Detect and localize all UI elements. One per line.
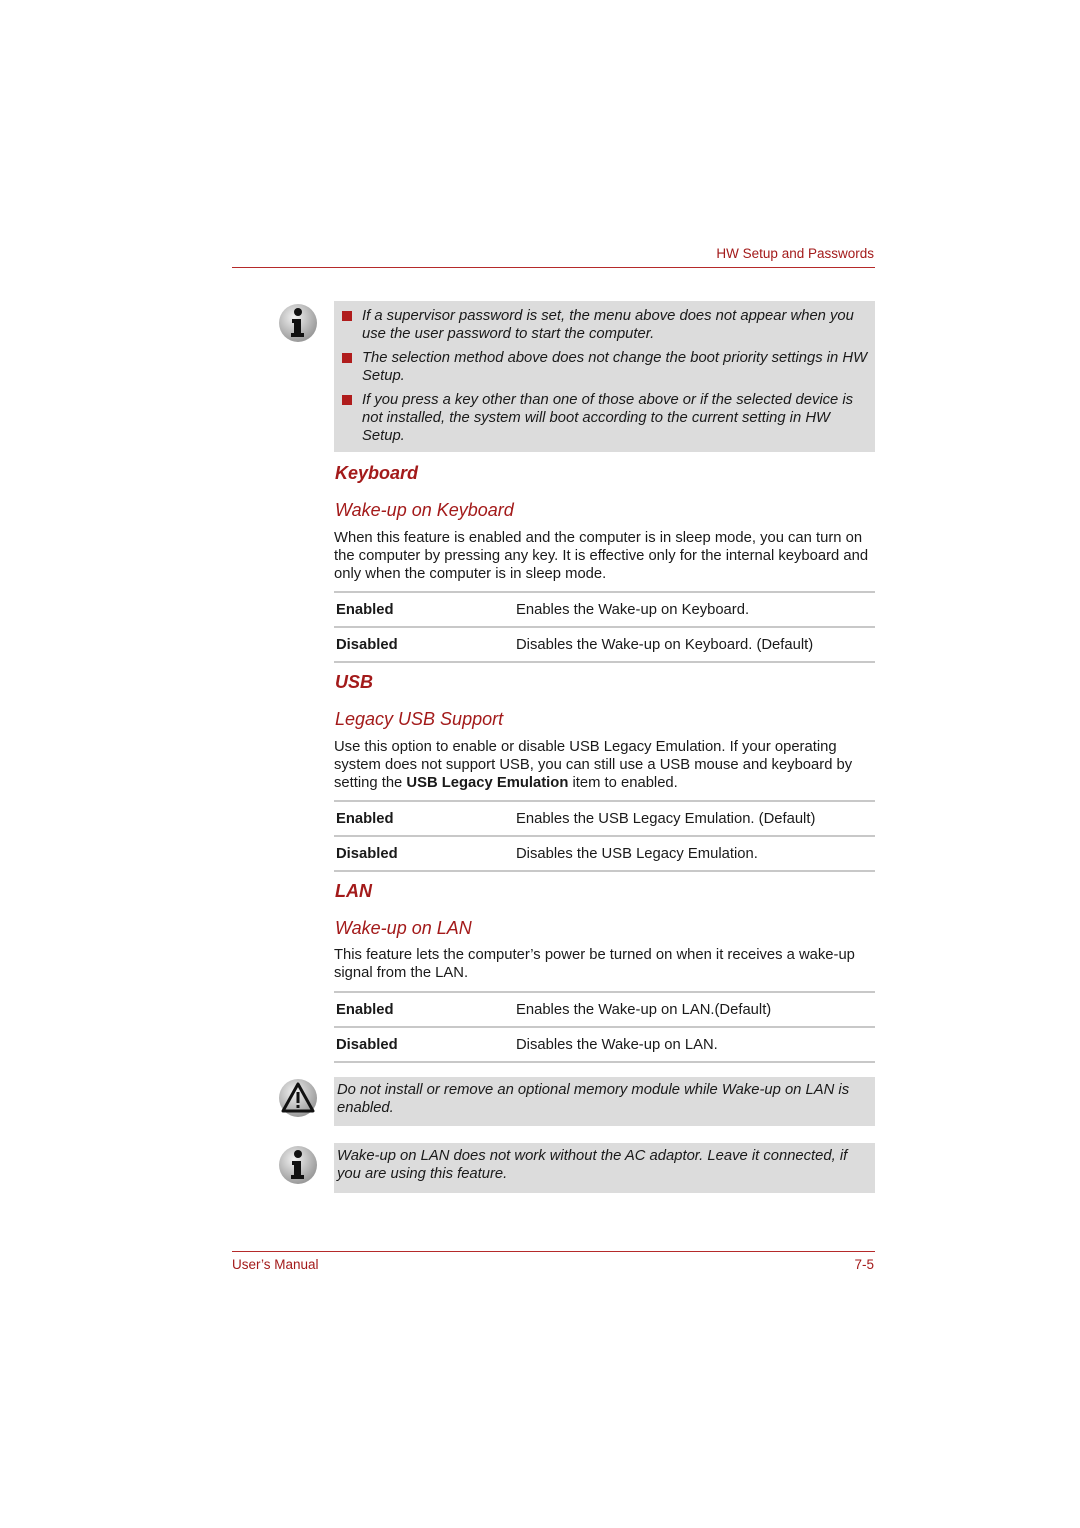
info-text: Wake-up on LAN does not work without the… — [337, 1148, 848, 1182]
option-value: Disables the USB Legacy Emulation. — [516, 845, 758, 862]
note-bullet: If you press a key other than one of tho… — [342, 391, 871, 445]
warning-note-box: Do not install or remove an optional mem… — [334, 1077, 875, 1126]
subheading-legacy-usb: Legacy USB Support — [335, 709, 504, 729]
option-value: Disables the Wake-up on Keyboard. (Defau… — [516, 636, 814, 653]
option-key: Enabled — [336, 1001, 394, 1018]
subheading-wakeup-lan: Wake-up on LAN — [335, 918, 472, 938]
option-key: Enabled — [336, 810, 394, 827]
note-bullet: If a supervisor password is set, the men… — [342, 307, 871, 343]
option-value: Enables the USB Legacy Emulation. (Defau… — [516, 810, 816, 827]
lan-options-table: Enabled Enables the Wake-up on LAN.(Defa… — [334, 991, 875, 1063]
table-row: Disabled Disables the Wake-up on Keyboar… — [334, 628, 875, 663]
bullet-square-icon — [342, 395, 352, 405]
option-value: Enables the Wake-up on Keyboard. — [516, 601, 750, 618]
keyboard-options-table: Enabled Enables the Wake-up on Keyboard.… — [334, 591, 875, 663]
option-key: Enabled — [336, 601, 394, 618]
warning-text: Do not install or remove an optional mem… — [337, 1082, 850, 1116]
bullet-square-icon — [342, 311, 352, 321]
table-row: Disabled Disables the Wake-up on LAN. — [334, 1028, 875, 1063]
footer-manual-title: User’s Manual — [232, 1257, 319, 1272]
section-heading-keyboard: Keyboard — [335, 463, 419, 483]
option-key: Disabled — [336, 845, 398, 862]
option-key: Disabled — [336, 1036, 398, 1053]
info-note-box: Wake-up on LAN does not work without the… — [334, 1143, 875, 1193]
table-row: Disabled Disables the USB Legacy Emulati… — [334, 837, 875, 872]
footer-rule — [232, 1251, 875, 1252]
note-bullet-list: If a supervisor password is set, the men… — [334, 301, 875, 453]
table-row: Enabled Enables the USB Legacy Emulation… — [334, 802, 875, 837]
section-heading-usb: USB — [335, 672, 374, 692]
note-bullet: The selection method above does not chan… — [342, 349, 871, 385]
option-value: Enables the Wake-up on LAN.(Default) — [516, 1001, 772, 1018]
page-number: 7-5 — [854, 1257, 874, 1272]
section-heading-lan: LAN — [335, 881, 372, 901]
bullet-square-icon — [342, 353, 352, 363]
usb-options-table: Enabled Enables the USB Legacy Emulation… — [334, 800, 875, 872]
table-row: Enabled Enables the Wake-up on Keyboard. — [334, 593, 875, 628]
option-key: Disabled — [336, 636, 398, 653]
option-value: Disables the Wake-up on LAN. — [516, 1036, 718, 1053]
lan-description: This feature lets the computer’s power b… — [334, 947, 855, 981]
warning-icon — [278, 1078, 318, 1118]
info-icon — [278, 303, 318, 343]
info-icon — [278, 1145, 318, 1185]
table-row: Enabled Enables the Wake-up on LAN.(Defa… — [334, 993, 875, 1028]
running-header: HW Setup and Passwords — [716, 246, 874, 261]
usb-description: Use this option to enable or disable USB… — [334, 739, 853, 791]
keyboard-description: When this feature is enabled and the com… — [334, 530, 869, 582]
subheading-wakeup-keyboard: Wake-up on Keyboard — [335, 500, 514, 520]
header-rule — [232, 267, 875, 268]
note-box: If a supervisor password is set, the men… — [334, 301, 875, 452]
